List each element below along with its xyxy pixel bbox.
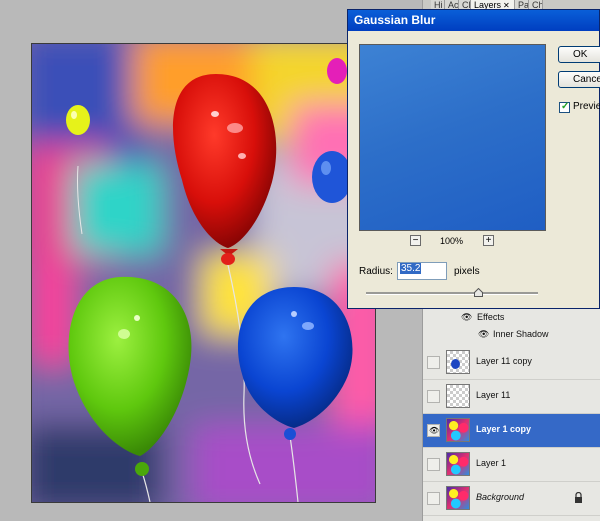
cancel-button[interactable]: Cance: [558, 71, 600, 88]
radius-slider-thumb[interactable]: [474, 288, 483, 297]
layer-row-background[interactable]: Background: [423, 482, 600, 516]
layer-row-layer-1-copy[interactable]: 👁 Layer 1 copy: [423, 414, 600, 448]
small-blue-balloon: [312, 151, 352, 203]
effects-row[interactable]: 👁 Effects: [423, 309, 600, 326]
radius-slider-track[interactable]: [366, 292, 538, 295]
ok-button[interactable]: OK: [558, 46, 600, 63]
layer-thumbnail: [446, 452, 470, 476]
visibility-toggle[interactable]: [427, 458, 440, 471]
layer-name: Layer 1: [476, 458, 507, 468]
document-canvas[interactable]: [31, 43, 376, 503]
eye-icon[interactable]: 👁: [461, 312, 472, 323]
checkmark-icon: ✓: [561, 101, 570, 112]
layer-thumbnail: [446, 486, 470, 510]
lock-icon: [575, 492, 582, 503]
magenta-balloon: [327, 58, 347, 84]
preview-checkbox[interactable]: ✓: [559, 101, 570, 113]
layer-thumbnail: [446, 384, 470, 408]
layer-name: Layer 1 copy: [476, 424, 532, 434]
layer-name: Layer 11: [476, 390, 511, 400]
effects-label: Effects: [477, 312, 505, 322]
preview-label: Previe: [573, 101, 600, 112]
eye-icon[interactable]: 👁: [478, 329, 489, 340]
eye-icon: 👁: [429, 426, 440, 435]
visibility-toggle[interactable]: 👁: [427, 424, 440, 437]
radius-label: Radius:: [359, 266, 393, 277]
blur-preview[interactable]: [359, 44, 546, 231]
visibility-toggle[interactable]: [427, 492, 440, 505]
dialog-title-bar[interactable]: Gaussian Blur: [348, 10, 599, 31]
inner-shadow-label: Inner Shadow: [493, 329, 549, 339]
layer-thumbnail: [446, 418, 470, 442]
layer-row-layer-1[interactable]: Layer 1: [423, 448, 600, 482]
layer-name: Layer 11 copy: [476, 356, 532, 366]
visibility-toggle[interactable]: [427, 356, 440, 369]
pixels-label: pixels: [454, 266, 480, 277]
radius-value: 35.2: [400, 263, 422, 274]
visibility-toggle[interactable]: [427, 390, 440, 403]
radius-input[interactable]: 35.2: [397, 262, 447, 280]
gaussian-blur-dialog: Gaussian Blur − 100% + Radius: 35.2 pixe…: [347, 9, 600, 309]
zoom-in-button[interactable]: +: [483, 235, 494, 246]
layer-row-layer-11[interactable]: Layer 11: [423, 380, 600, 414]
inner-shadow-row[interactable]: 👁 Inner Shadow: [423, 326, 600, 343]
layer-name: Background: [476, 492, 525, 502]
zoom-level: 100%: [440, 236, 464, 246]
layer-thumbnail: [446, 350, 470, 374]
canvas-artwork: [32, 44, 375, 502]
layer-row-layer-11-copy[interactable]: Layer 11 copy: [423, 346, 600, 380]
zoom-out-button[interactable]: −: [410, 235, 421, 246]
